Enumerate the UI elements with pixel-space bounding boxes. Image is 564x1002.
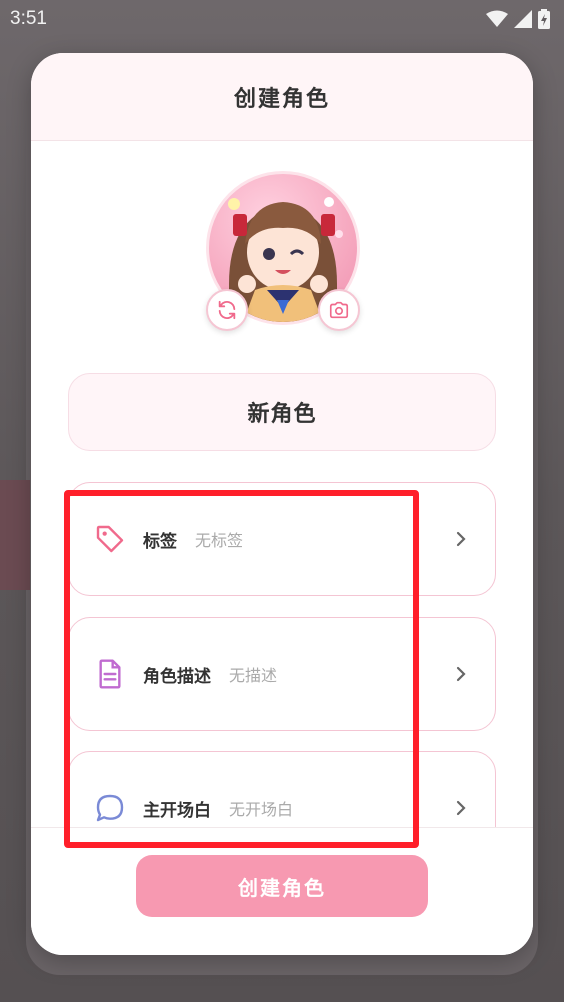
settings-list: 标签 无标签 角色描述 无描述 主开场白 无开场白 bbox=[68, 482, 496, 827]
greeting-row[interactable]: 主开场白 无开场白 bbox=[68, 751, 496, 827]
create-character-button-label: 创建角色 bbox=[238, 875, 326, 900]
background-image-strip bbox=[0, 480, 30, 590]
status-time: 3:51 bbox=[10, 8, 47, 29]
dialog-title: 创建角色 bbox=[233, 86, 330, 112]
character-name: 新角色 bbox=[247, 402, 317, 427]
description-row[interactable]: 角色描述 无描述 bbox=[68, 617, 496, 731]
greeting-label: 主开场白 bbox=[143, 800, 211, 821]
chevron-right-icon bbox=[451, 664, 471, 684]
chevron-right-icon bbox=[451, 529, 471, 549]
camera-avatar-button[interactable] bbox=[318, 289, 360, 331]
camera-icon bbox=[329, 301, 349, 319]
battery-icon bbox=[538, 9, 550, 29]
greeting-value: 无开场白 bbox=[229, 800, 294, 819]
create-character-dialog: 创建角色 新角色 标签 无标签 角色描述 无描述 主开场白 无开场白 创建角色 bbox=[31, 53, 533, 955]
dialog-header: 创建角色 bbox=[31, 53, 533, 141]
document-icon bbox=[93, 657, 127, 691]
dialog-footer: 创建角色 bbox=[31, 827, 533, 955]
description-label: 角色描述 bbox=[143, 666, 211, 687]
status-bar: 3:51 bbox=[0, 0, 564, 38]
tags-row[interactable]: 标签 无标签 bbox=[68, 482, 496, 596]
refresh-icon bbox=[218, 300, 236, 320]
chevron-right-icon bbox=[451, 798, 471, 818]
status-icons bbox=[486, 9, 550, 29]
wifi-icon bbox=[486, 10, 508, 27]
chat-bubble-icon bbox=[93, 791, 127, 825]
tag-icon bbox=[93, 522, 127, 556]
create-character-button[interactable]: 创建角色 bbox=[136, 855, 428, 917]
refresh-avatar-button[interactable] bbox=[206, 289, 248, 331]
description-value: 无描述 bbox=[229, 666, 278, 685]
avatar-section bbox=[206, 171, 360, 333]
tags-value: 无标签 bbox=[195, 531, 244, 550]
character-name-field[interactable]: 新角色 bbox=[68, 373, 496, 451]
tags-label: 标签 bbox=[143, 531, 177, 552]
signal-icon bbox=[514, 10, 532, 28]
